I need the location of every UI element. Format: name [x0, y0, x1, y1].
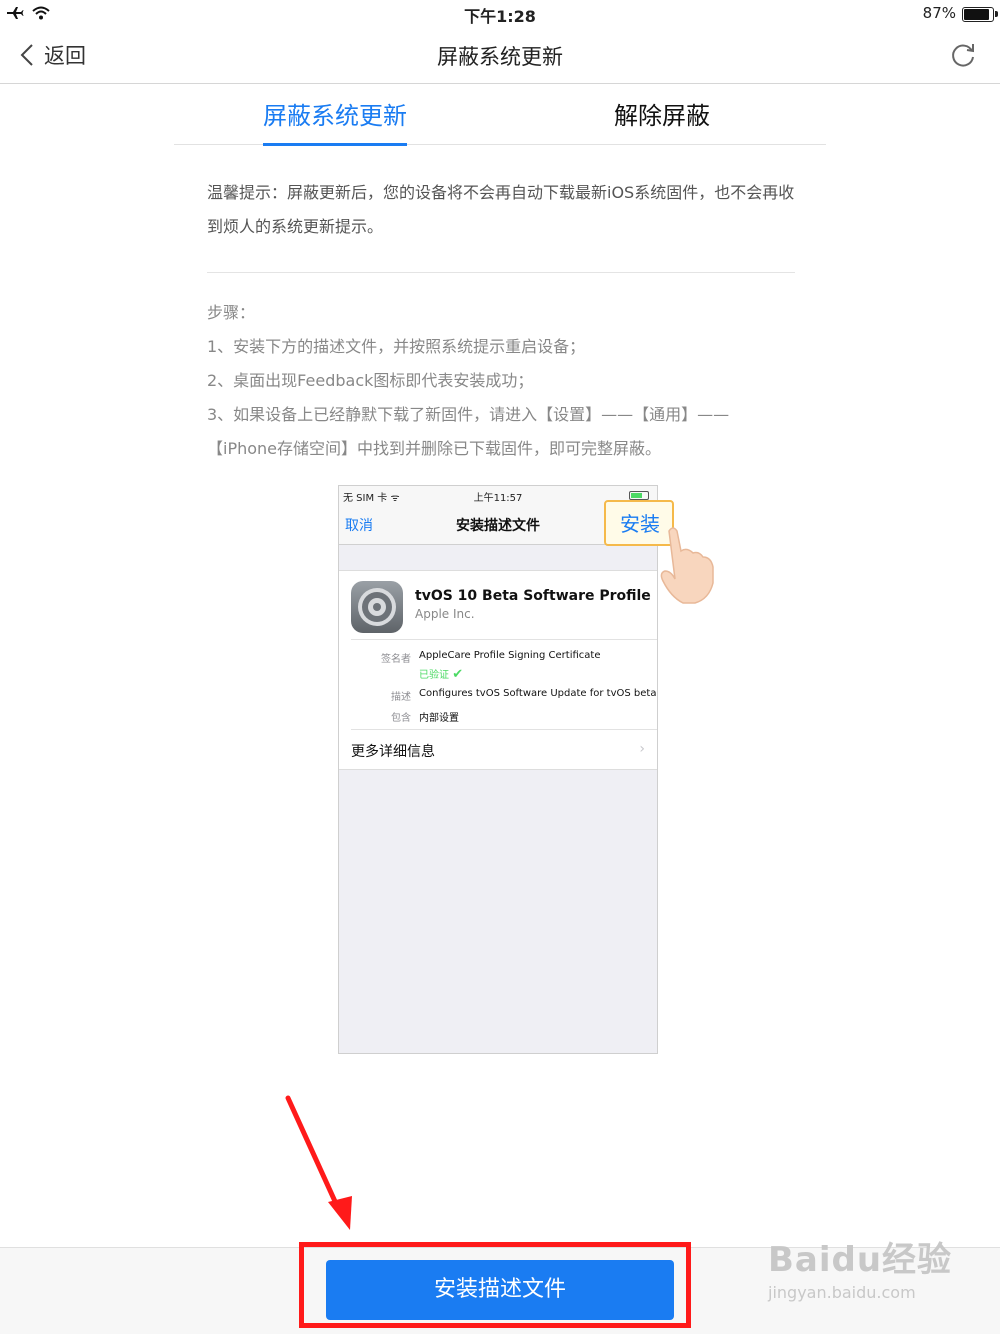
- step-item: 2、桌面出现Feedback图标即代表安装成功；: [207, 371, 534, 390]
- step-item: 【iPhone存储空间】中找到并删除已下载固件，即可完整屏蔽。: [207, 439, 662, 458]
- profile-name: tvOS 10 Beta Software Profile: [415, 588, 651, 604]
- instruction-screenshot: 无 SIM 卡 ᯤ 上午11:57 取消 安装描述文件 tvOS 10 Beta…: [338, 485, 658, 1054]
- verified-row: 已验证 ✔: [419, 667, 464, 682]
- pointing-hand-icon: [660, 527, 714, 604]
- tab-bar: 屏蔽系统更新 解除屏蔽: [174, 84, 826, 146]
- divider: [351, 729, 657, 730]
- battery-icon: [962, 7, 998, 22]
- chevron-right-icon: ›: [639, 741, 645, 757]
- step-item: 3、如果设备上已经静默下载了新固件，请进入【设置】——【通用】——: [207, 405, 730, 424]
- watermark-brand: Baidu经验: [768, 1240, 953, 1280]
- active-tab-indicator: [263, 143, 407, 146]
- contains-row: 包含 内部设置: [391, 713, 459, 724]
- checkmark-icon: ✔: [452, 667, 464, 682]
- battery-percent: 87%: [922, 4, 956, 22]
- watermark-url: jingyan.baidu.com: [768, 1283, 916, 1302]
- divider: [207, 272, 795, 273]
- steps-heading: 步骤：: [207, 303, 256, 322]
- steps: 步骤： 1、安装下方的描述文件，并按照系统提示重启设备； 2、桌面出现Feedb…: [207, 296, 807, 466]
- red-arrow-icon: [285, 1095, 352, 1230]
- tab-label: 解除屏蔽: [614, 102, 710, 130]
- description-row: 描述 Configures tvOS Software Update for tv…: [391, 688, 657, 703]
- tab-label: 屏蔽系统更新: [263, 102, 407, 130]
- step-item: 1、安装下方的描述文件，并按照系统提示重启设备；: [207, 337, 586, 356]
- status-bar: 下午1:28 87%: [0, 0, 1000, 26]
- divider: [351, 639, 657, 640]
- nav-bar: 返回 屏蔽系统更新: [0, 26, 1000, 84]
- button-highlight-frame: [299, 1242, 691, 1328]
- refresh-icon[interactable]: [948, 40, 978, 70]
- status-time: 下午1:28: [464, 7, 536, 26]
- page-title: 屏蔽系统更新: [437, 45, 563, 69]
- warm-tip: 温馨提示：屏蔽更新后，您的设备将不会再自动下载最新iOS系统固件，也不会再收到烦…: [207, 183, 795, 236]
- more-info-row: 更多详细信息: [351, 744, 435, 760]
- baidu-watermark: Baidu经验 jingyan.baidu.com: [768, 1232, 968, 1322]
- tab-unblock[interactable]: 解除屏蔽: [614, 96, 710, 131]
- profile-vendor: Apple Inc.: [415, 607, 475, 621]
- settings-gear-icon: [351, 581, 403, 633]
- profile-card: tvOS 10 Beta Software Profile Apple Inc.…: [339, 570, 657, 770]
- tab-block-update[interactable]: 屏蔽系统更新: [263, 96, 407, 146]
- signed-by-row: 签名者 AppleCare Profile Signing Certificate: [381, 650, 601, 665]
